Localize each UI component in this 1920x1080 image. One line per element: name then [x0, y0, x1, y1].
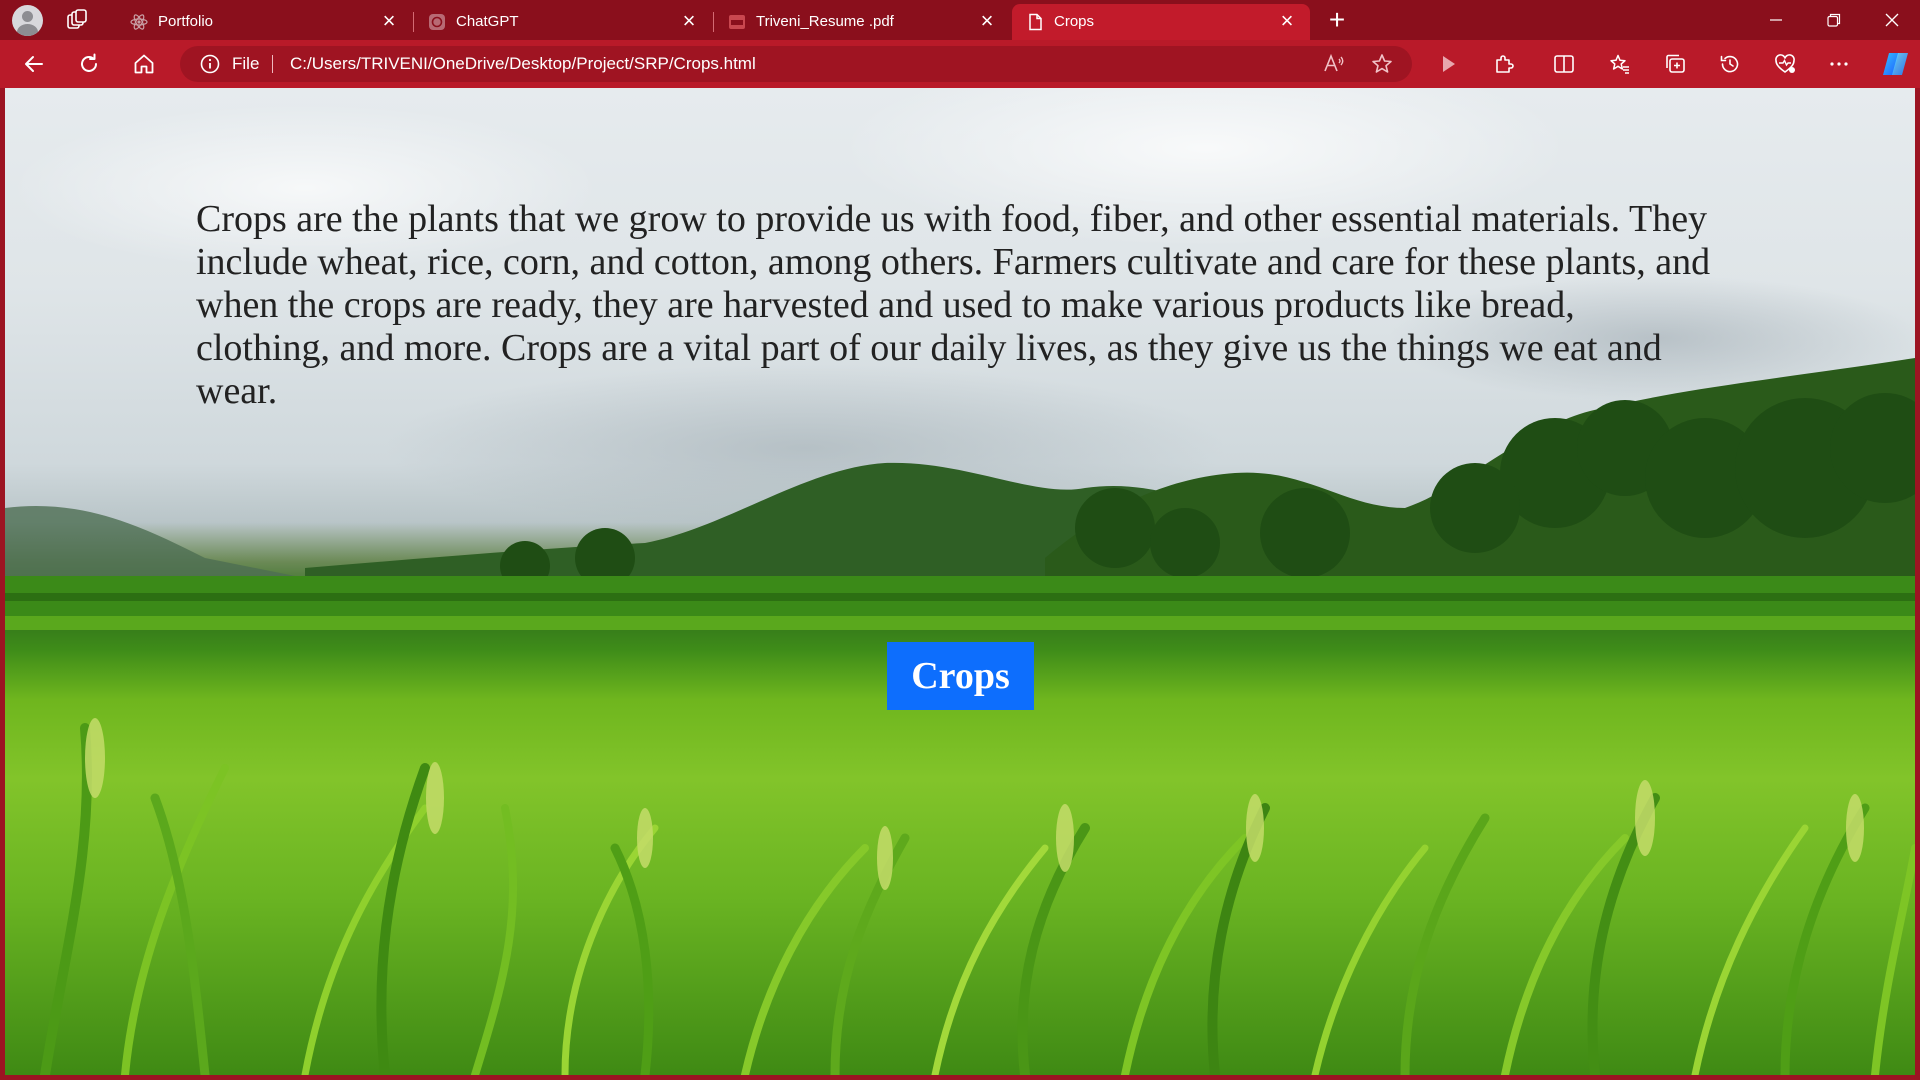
close-tab-icon[interactable]: × — [976, 10, 998, 32]
tab-resume-pdf[interactable]: Triveni_Resume .pdf × — [714, 4, 1010, 40]
collections-icon — [1666, 54, 1685, 73]
performance-icon — [1775, 54, 1795, 73]
browser-toolbar: File C:/Users/TRIVENI/OneDrive/Desktop/P… — [0, 40, 1920, 114]
crops-intro-paragraph: Crops are the plants that we grow to pro… — [196, 198, 1711, 412]
play-button[interactable] — [1434, 50, 1462, 78]
crops-button[interactable]: Crops — [887, 642, 1034, 710]
tab-strip: Portfolio × ChatGPT × Triveni_Resume .pd… — [0, 0, 1920, 40]
read-aloud-icon — [1324, 53, 1344, 72]
address-scheme-label: File — [232, 54, 260, 73]
copilot-button[interactable] — [1879, 50, 1913, 78]
performance-button[interactable] — [1771, 50, 1799, 78]
tab-title: Triveni_Resume .pdf — [756, 13, 894, 30]
play-icon — [1443, 56, 1455, 72]
restore-button[interactable] — [1806, 0, 1862, 40]
chatgpt-icon — [428, 13, 446, 31]
profile-avatar[interactable] — [12, 5, 43, 36]
favorites-icon — [1610, 54, 1629, 74]
window-frame-bottom — [0, 1075, 1920, 1080]
restore-icon — [1827, 13, 1841, 27]
tab-portfolio[interactable]: Portfolio × — [116, 4, 412, 40]
split-screen-icon — [1554, 55, 1574, 73]
close-tab-icon[interactable]: × — [378, 10, 400, 32]
extensions-button[interactable] — [1490, 50, 1518, 78]
minimize-button[interactable] — [1748, 0, 1804, 40]
copilot-icon — [1883, 53, 1908, 75]
back-icon — [25, 56, 43, 72]
refresh-button[interactable] — [75, 50, 103, 78]
close-icon — [1885, 13, 1899, 27]
favorite-star-icon — [1372, 54, 1392, 73]
address-bar[interactable]: File C:/Users/TRIVENI/OneDrive/Desktop/P… — [180, 46, 1412, 82]
tab-title: Portfolio — [158, 13, 214, 30]
extensions-icon — [1496, 55, 1514, 73]
home-icon — [134, 54, 154, 74]
more-icon — [1830, 62, 1848, 66]
close-tab-icon[interactable]: × — [678, 10, 700, 32]
collections-button[interactable] — [1661, 50, 1689, 78]
pdf-icon — [728, 13, 746, 31]
tab-chatgpt[interactable]: ChatGPT × — [414, 4, 712, 40]
workspaces-icon[interactable] — [66, 9, 88, 31]
read-aloud-button[interactable] — [1320, 50, 1348, 78]
back-button[interactable] — [20, 50, 48, 78]
history-icon — [1720, 55, 1739, 73]
site-info-icon[interactable] — [200, 54, 220, 74]
react-atom-icon — [130, 13, 148, 31]
rice-paddy-field — [40, 718, 1915, 1075]
close-tab-icon[interactable]: × — [1276, 10, 1298, 32]
page-viewport: Crops are the plants that we grow to pro… — [5, 88, 1915, 1075]
address-divider — [272, 55, 273, 73]
add-favorite-button[interactable] — [1368, 50, 1396, 78]
refresh-icon — [81, 53, 97, 72]
history-button[interactable] — [1716, 50, 1744, 78]
tab-title: Crops — [1054, 13, 1095, 30]
favorites-button[interactable] — [1606, 50, 1634, 78]
close-window-button[interactable] — [1864, 0, 1920, 40]
home-button[interactable] — [130, 50, 158, 78]
address-url[interactable]: C:/Users/TRIVENI/OneDrive/Desktop/Projec… — [290, 54, 756, 74]
tab-crops[interactable]: Crops × — [1012, 4, 1310, 40]
page-icon — [1026, 13, 1044, 31]
tab-title: ChatGPT — [456, 13, 519, 30]
minimize-icon — [1770, 19, 1782, 21]
more-options-button[interactable] — [1825, 50, 1853, 78]
new-tab-button[interactable]: + — [1322, 6, 1352, 36]
split-screen-button[interactable] — [1550, 50, 1578, 78]
